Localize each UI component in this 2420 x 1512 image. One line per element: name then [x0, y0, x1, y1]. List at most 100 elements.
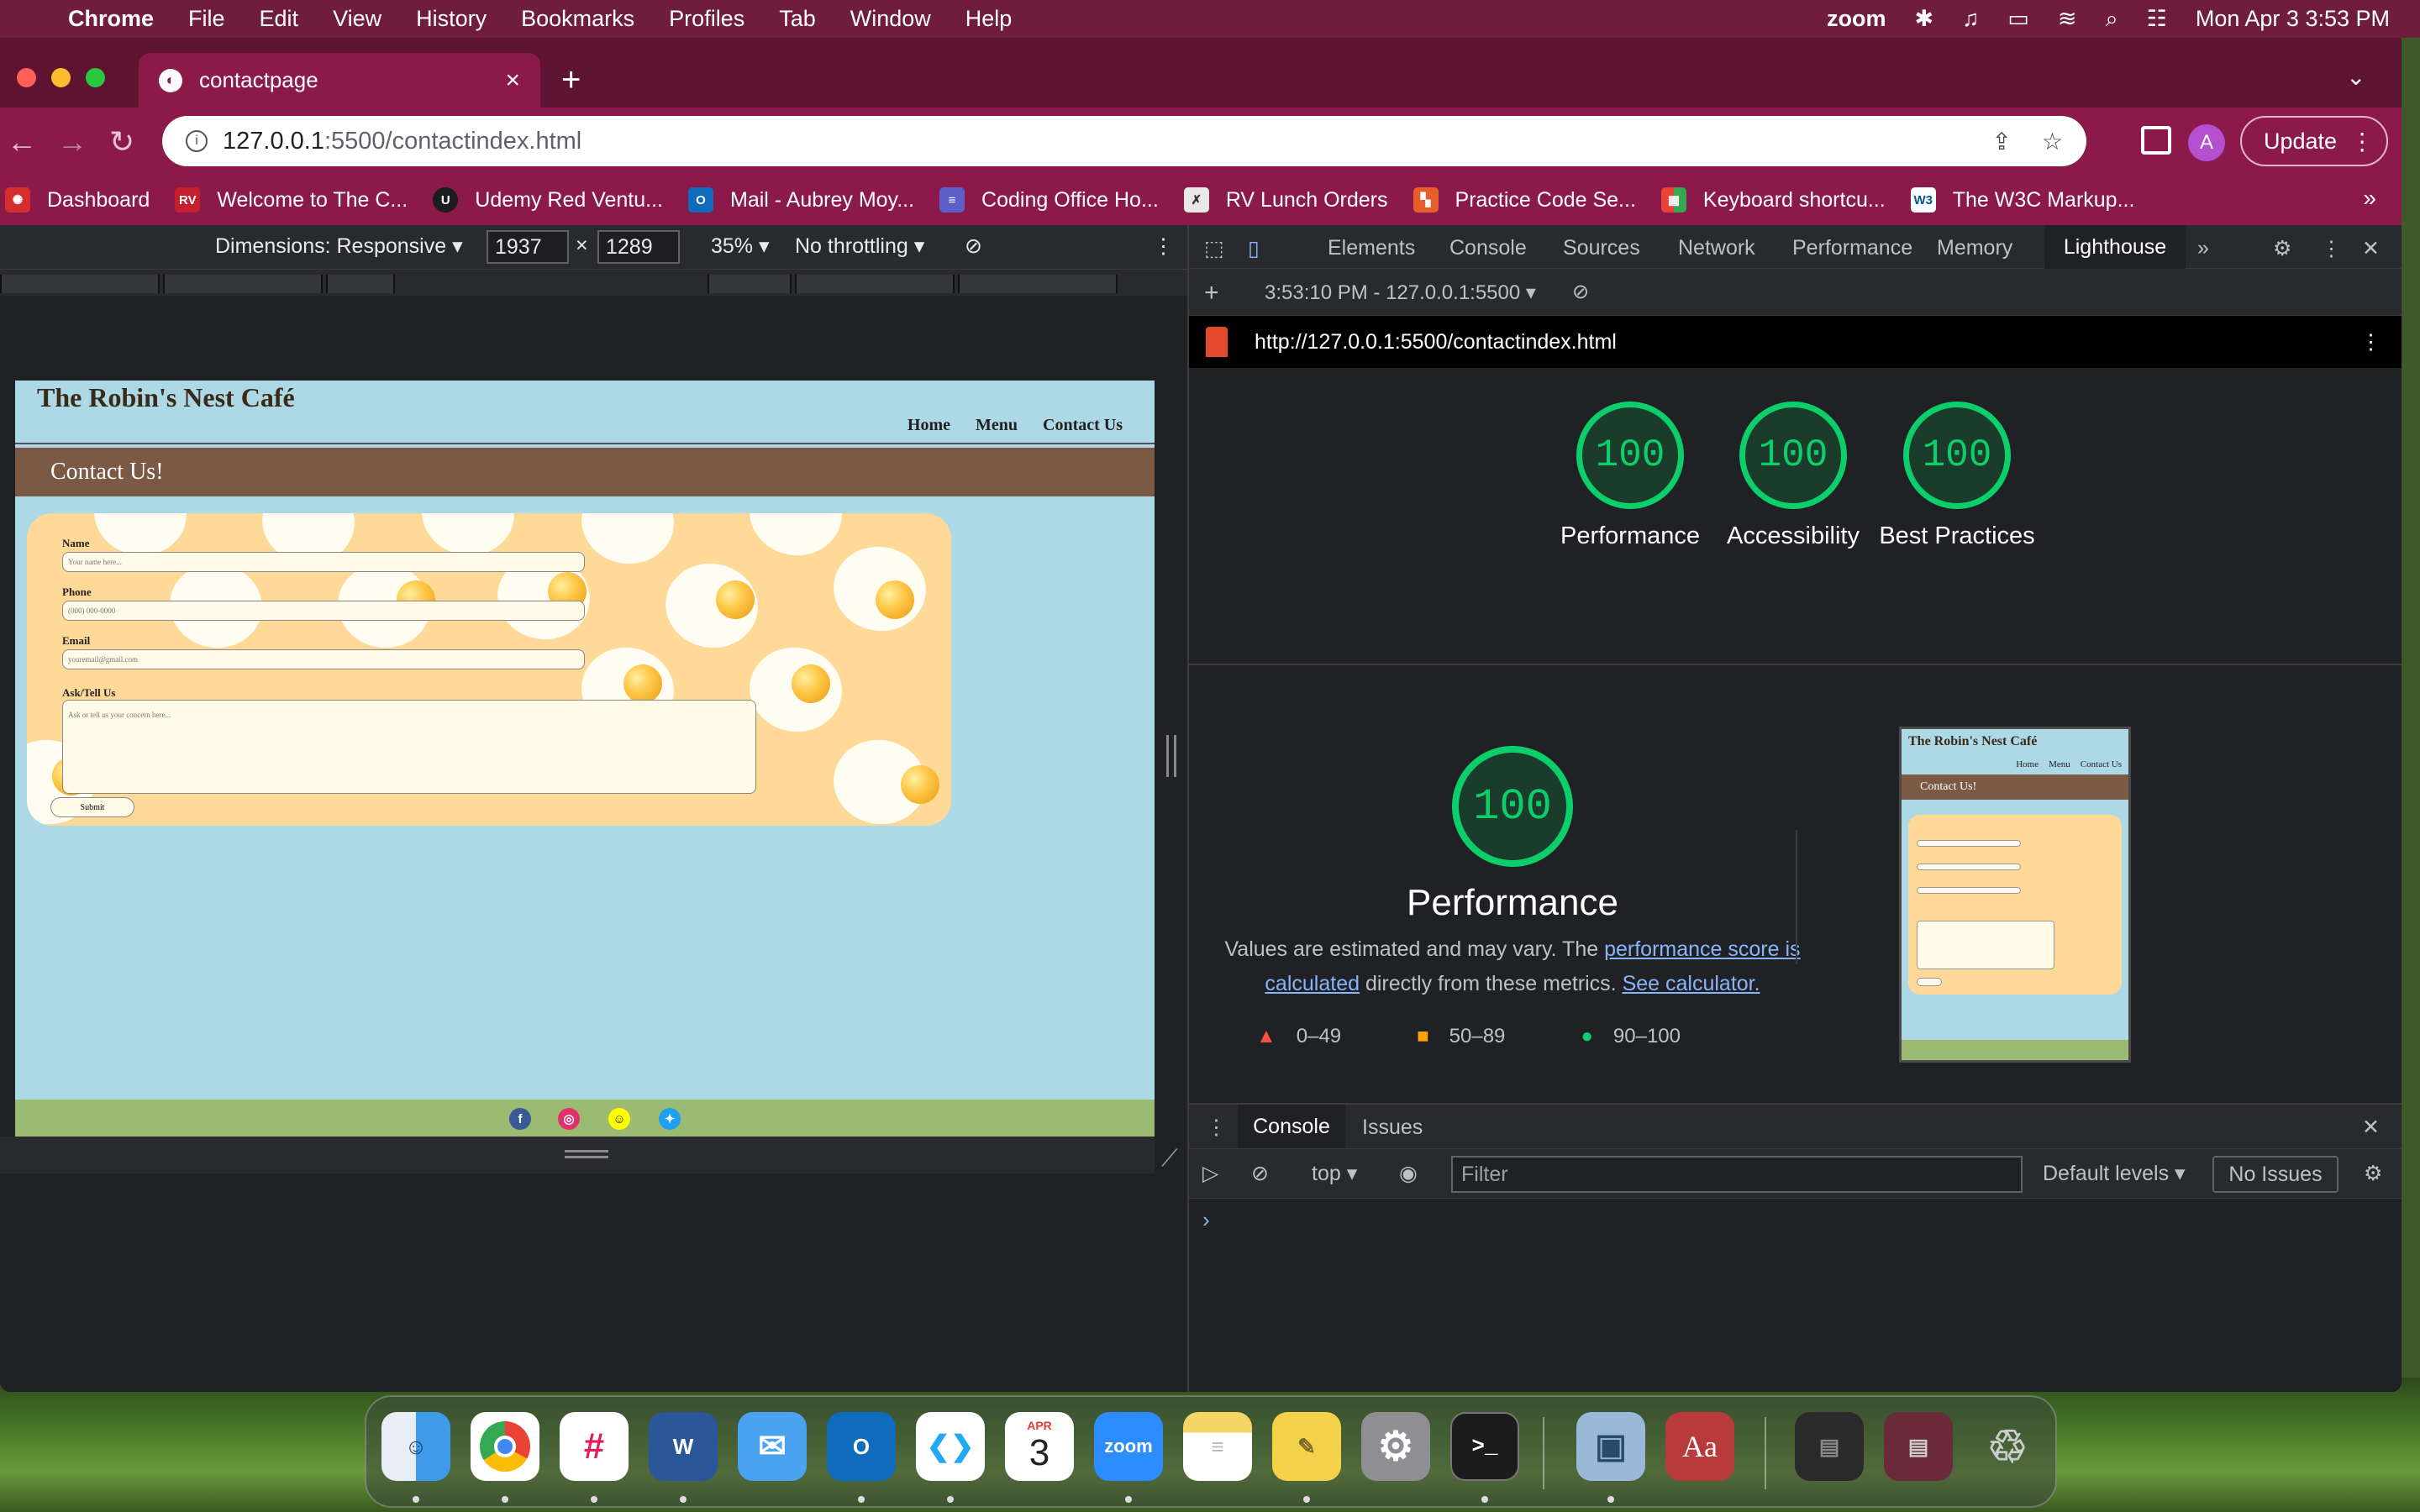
preview-icon[interactable]: ▣	[1576, 1412, 1645, 1481]
menubar-datetime[interactable]: Mon Apr 3 3:53 PM	[2196, 6, 2390, 32]
ruler-segment[interactable]	[958, 275, 1118, 293]
bookmarks-overflow-icon[interactable]: »	[2363, 185, 2376, 212]
report-menu-icon[interactable]: ⋮	[2360, 329, 2381, 354]
profile-avatar[interactable]: A	[2188, 124, 2225, 161]
bookmark-item[interactable]: ✗ RV Lunch Orders	[1183, 187, 1388, 213]
clear-report-icon[interactable]: ⊘	[1572, 280, 1589, 304]
drawer-menu-icon[interactable]: ⋮	[1206, 1115, 1227, 1140]
mail-icon[interactable]: ✉	[738, 1412, 807, 1481]
bluetooth-icon[interactable]: ✱	[1915, 6, 1934, 32]
report-selector[interactable]: 3:53:10 PM - 127.0.0.1:5500 ▾	[1265, 281, 1536, 305]
menu-edit[interactable]: Edit	[260, 6, 299, 32]
tab-memory[interactable]: Memory	[1937, 236, 2012, 260]
calendar-icon[interactable]: APR 3	[1005, 1412, 1074, 1481]
spotlight-search-icon[interactable]: ⌕	[2106, 6, 2118, 33]
bookmark-item[interactable]: ▦ Keyboard shortcu...	[1660, 187, 1886, 213]
tab-elements[interactable]: Elements	[1328, 236, 1415, 260]
console-prompt[interactable]: ›	[1202, 1207, 1210, 1233]
system-preferences-icon[interactable]: ⚙	[1361, 1412, 1430, 1481]
resize-corner-icon[interactable]: ⟋	[1161, 1145, 1178, 1173]
chrome-icon[interactable]	[471, 1412, 539, 1481]
drawer-tab-console[interactable]: Console	[1238, 1105, 1345, 1148]
slack-icon[interactable]: #	[560, 1412, 629, 1481]
side-panel-icon[interactable]	[2141, 126, 2171, 155]
ask-textarea[interactable]: Ask or tell us your concern here...	[62, 700, 756, 794]
tab-search-chevron-icon[interactable]: ⌄	[2346, 63, 2365, 91]
menu-window[interactable]: Window	[850, 6, 931, 32]
word-icon[interactable]: W	[649, 1412, 718, 1481]
report-url[interactable]: http://127.0.0.1:5500/contactindex.html	[1255, 330, 1617, 354]
update-button[interactable]: Update ⋮	[2240, 116, 2388, 166]
log-levels-dropdown[interactable]: Default levels ▾	[2043, 1161, 2186, 1186]
drawer-tab-issues[interactable]: Issues	[1362, 1116, 1423, 1140]
menu-view[interactable]: View	[333, 6, 381, 32]
menu-help[interactable]: Help	[965, 6, 1013, 32]
tab-console[interactable]: Console	[1449, 236, 1527, 260]
ruler-segment[interactable]	[795, 275, 955, 293]
window-minimize-icon[interactable]	[51, 68, 71, 87]
wifi-icon[interactable]: ≋	[2058, 6, 2077, 32]
devtools-close-icon[interactable]: ✕	[2362, 236, 2380, 261]
menu-file[interactable]: File	[188, 6, 225, 32]
bookmark-item[interactable]: ▚ Practice Code Se...	[1413, 187, 1636, 213]
site-nav-menu[interactable]: Menu	[976, 416, 1018, 435]
context-selector[interactable]: top ▾	[1312, 1161, 1357, 1186]
recent-document-icon[interactable]: ▤	[1795, 1412, 1864, 1481]
ruler-segment[interactable]	[0, 275, 160, 293]
tab-close-icon[interactable]: ×	[505, 66, 520, 95]
kebab-menu-icon[interactable]: ⋮	[2350, 128, 2374, 155]
bookmark-item[interactable]: U Udemy Red Ventu...	[433, 187, 663, 213]
menu-profiles[interactable]: Profiles	[669, 6, 744, 32]
back-icon[interactable]: ←	[7, 124, 37, 160]
menu-bookmarks[interactable]: Bookmarks	[521, 6, 634, 32]
email-input[interactable]: youremail@gmail.com	[62, 649, 585, 669]
best-practices-score-gauge[interactable]: 100	[1903, 402, 2011, 509]
stickies-icon[interactable]: ✎	[1272, 1412, 1341, 1481]
menu-tab[interactable]: Tab	[779, 6, 816, 32]
accessibility-score-gauge[interactable]: 100	[1739, 402, 1847, 509]
phone-input[interactable]: (000) 000-0000	[62, 601, 585, 621]
clear-console-icon[interactable]: ⊘	[1251, 1161, 1269, 1186]
tab-lighthouse[interactable]: Lighthouse	[2044, 225, 2186, 269]
notes-icon[interactable]: ≡	[1183, 1412, 1252, 1481]
ruler-segment[interactable]	[326, 275, 395, 293]
tab-performance[interactable]: Performance	[1792, 236, 1912, 260]
performance-score-gauge[interactable]: 100	[1576, 402, 1684, 509]
width-input[interactable]: 1937	[487, 230, 569, 264]
bookmark-item[interactable]: RV Welcome to The C...	[175, 187, 408, 213]
share-icon[interactable]: ⇪	[1991, 128, 2011, 155]
bookmark-item[interactable]: ≡ Coding Office Ho...	[939, 187, 1159, 213]
page-screenshot-thumbnail[interactable]: The Robin's Nest Café Home Menu Contact …	[1899, 727, 2131, 1063]
instagram-icon[interactable]: ◎	[558, 1108, 580, 1130]
site-info-icon[interactable]: i	[186, 130, 208, 152]
tab-network[interactable]: Network	[1678, 236, 1755, 260]
zoom-dropdown[interactable]: 35% ▾	[711, 234, 770, 259]
forward-icon[interactable]: →	[57, 124, 87, 160]
media-query-ruler[interactable]	[0, 269, 1187, 296]
throttling-dropdown[interactable]: No throttling ▾	[795, 234, 924, 259]
outlook-icon[interactable]: O	[827, 1412, 896, 1481]
console-filter-input[interactable]: Filter	[1451, 1156, 2023, 1193]
inspect-element-icon[interactable]: ⬚	[1204, 236, 1224, 261]
tab-sources[interactable]: Sources	[1563, 236, 1640, 260]
new-tab-icon[interactable]: +	[561, 61, 581, 99]
site-nav-home[interactable]: Home	[908, 416, 950, 435]
new-report-icon[interactable]: +	[1204, 279, 1219, 307]
devtools-menu-icon[interactable]: ⋮	[2321, 236, 2342, 261]
address-bar[interactable]: i 127.0.0.1:5500/contactindex.html ⇪ ☆	[162, 116, 2086, 166]
finder-icon[interactable]: ☺	[381, 1412, 450, 1481]
name-input[interactable]: Your name here...	[62, 552, 585, 572]
more-tabs-icon[interactable]: »	[2197, 236, 2209, 260]
trash-icon[interactable]: ♲	[1973, 1412, 2042, 1481]
ruler-segment[interactable]	[708, 275, 792, 293]
drawer-close-icon[interactable]: ✕	[2362, 1115, 2380, 1140]
menu-history[interactable]: History	[416, 6, 487, 32]
dictionary-icon[interactable]: Aa	[1665, 1412, 1734, 1481]
reload-icon[interactable]: ↻	[109, 124, 134, 160]
bookmark-item[interactable]: ✺ Dashboard	[5, 187, 150, 213]
site-nav-contact[interactable]: Contact Us	[1043, 416, 1123, 435]
snapchat-icon[interactable]: ☺	[608, 1108, 630, 1130]
battery-icon[interactable]: ▭	[2007, 6, 2029, 32]
window-zoom-icon[interactable]	[86, 68, 105, 87]
zoom-icon[interactable]: zoom	[1094, 1412, 1163, 1481]
